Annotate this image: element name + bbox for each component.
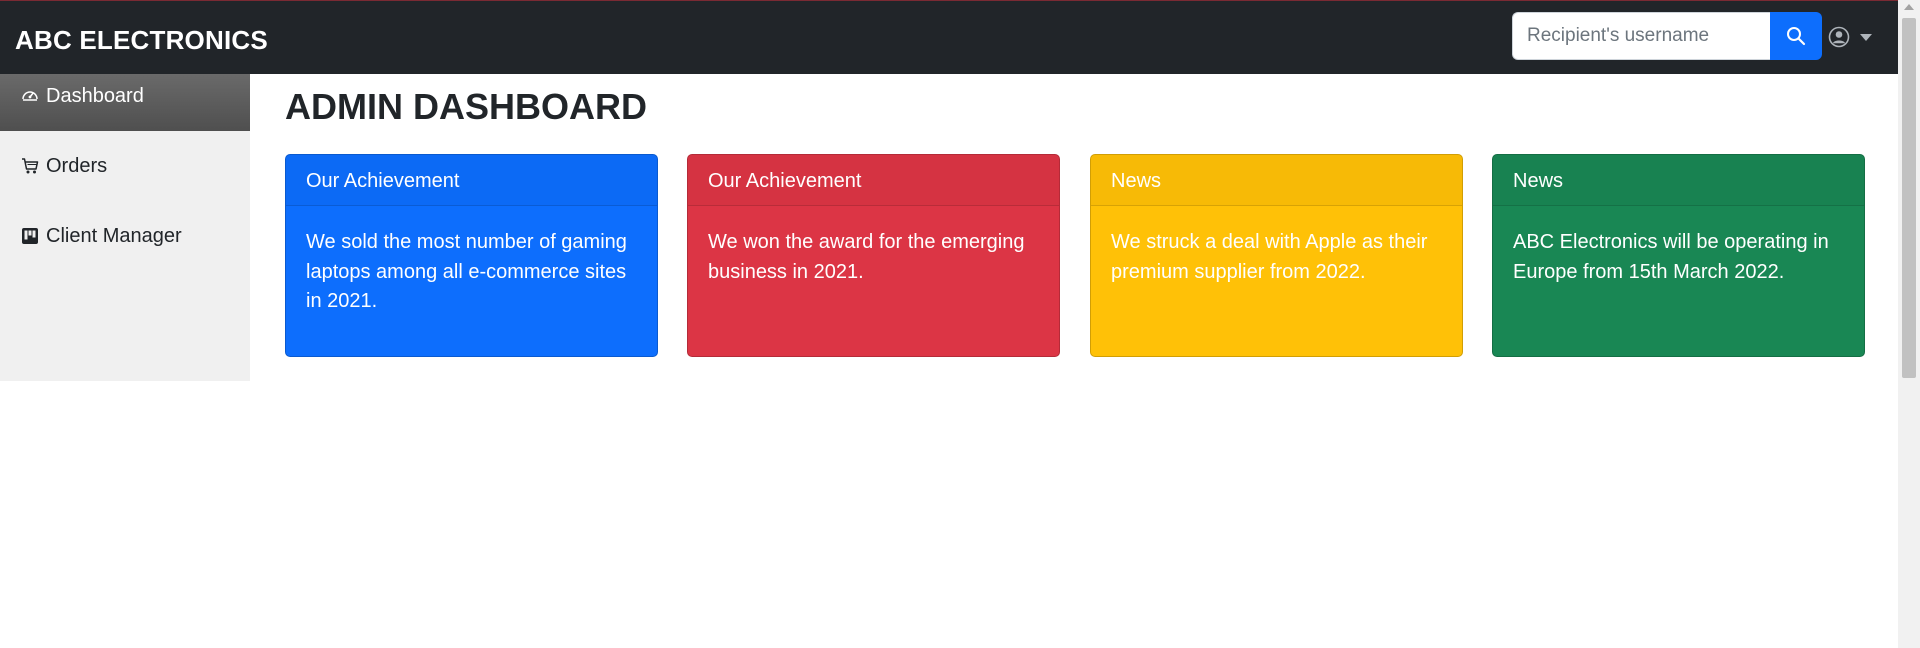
vertical-scrollbar[interactable] xyxy=(1898,0,1920,648)
search-icon xyxy=(1787,27,1806,46)
user-menu-toggle[interactable] xyxy=(1828,26,1872,48)
cart-icon xyxy=(20,156,40,176)
scroll-up-arrow-icon[interactable] xyxy=(1904,4,1914,10)
news-card: News We struck a deal with Apple as thei… xyxy=(1090,154,1463,357)
brand-logo[interactable]: ABC ELECTRONICS xyxy=(15,25,268,56)
card-body: ABC Electronics will be operating in Eur… xyxy=(1513,231,1829,283)
achievement-card: Our Achievement We won the award for the… xyxy=(687,154,1060,357)
page-title: ADMIN DASHBOARD xyxy=(285,86,647,127)
card-header: Our Achievement xyxy=(688,155,1059,206)
card-header: News xyxy=(1091,155,1462,206)
card-header: Our Achievement xyxy=(286,155,657,206)
sidebar-item-dashboard[interactable]: Dashboard xyxy=(0,74,250,131)
news-card: News ABC Electronics will be operating i… xyxy=(1492,154,1865,357)
kanban-icon xyxy=(20,226,40,246)
card-body: We struck a deal with Apple as their pre… xyxy=(1111,231,1428,283)
card-body: We sold the most number of gaming laptop… xyxy=(306,231,627,312)
search-button[interactable] xyxy=(1770,12,1822,60)
chevron-down-icon xyxy=(1860,33,1872,41)
card-body: We won the award for the emerging busine… xyxy=(708,231,1025,283)
achievement-card: Our Achievement We sold the most number … xyxy=(285,154,658,357)
sidebar-item-orders[interactable]: Orders xyxy=(0,131,250,201)
sidebar-item-label: Client Manager xyxy=(46,224,182,247)
sidebar-item-client-manager[interactable]: Client Manager xyxy=(0,201,250,271)
search-group xyxy=(1512,12,1822,60)
sidebar: Dashboard Orders Client Manager xyxy=(0,74,250,381)
sidebar-item-label: Dashboard xyxy=(46,85,144,107)
sidebar-item-label: Orders xyxy=(46,154,108,177)
speedometer-icon xyxy=(20,85,40,105)
scrollbar-thumb[interactable] xyxy=(1902,18,1916,378)
card-header: News xyxy=(1493,155,1864,206)
user-circle-icon xyxy=(1828,26,1850,48)
navbar: ABC ELECTRONICS xyxy=(0,0,1898,74)
search-input[interactable] xyxy=(1512,12,1770,60)
